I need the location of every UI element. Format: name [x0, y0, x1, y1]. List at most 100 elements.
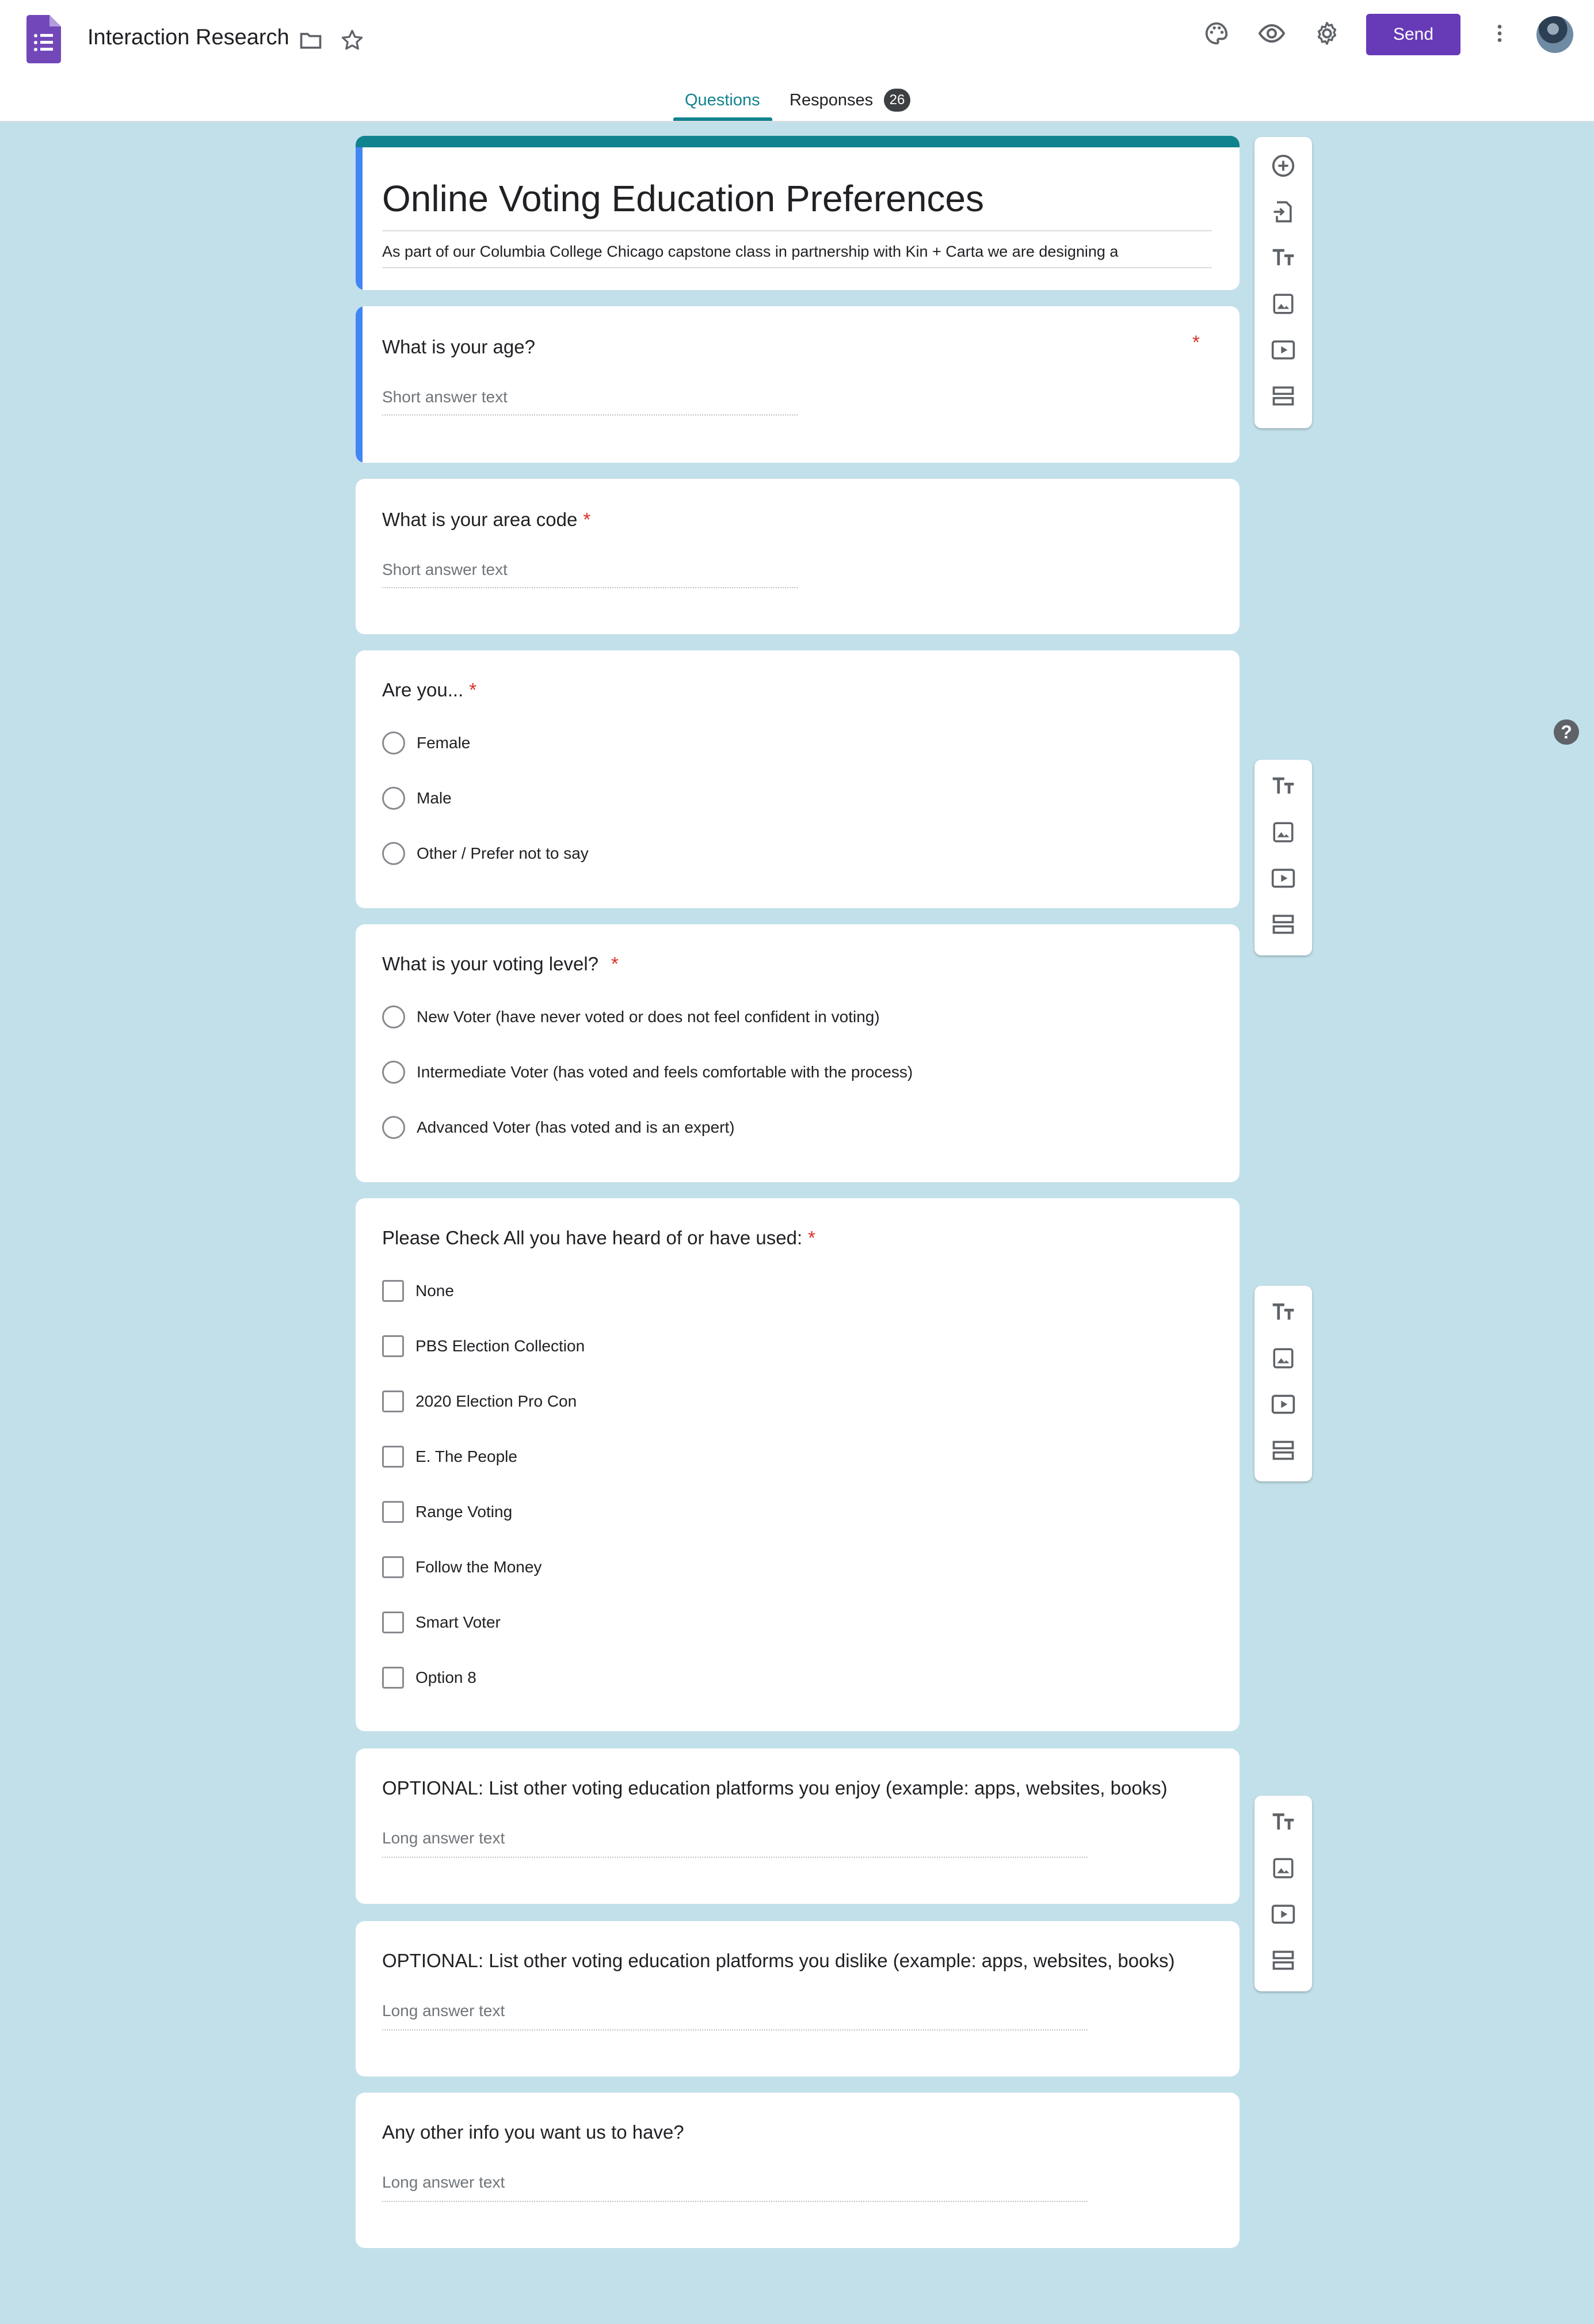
- radio-button[interactable]: [382, 1116, 405, 1139]
- import-questions-icon[interactable]: [1266, 195, 1301, 229]
- checkbox-option[interactable]: E. The People: [382, 1444, 517, 1469]
- settings-gear-icon[interactable]: [1311, 17, 1343, 49]
- form-description[interactable]: As part of our Columbia College Chicago …: [382, 243, 1118, 261]
- radio-button[interactable]: [382, 732, 405, 755]
- palette-icon[interactable]: [1200, 17, 1233, 49]
- radio-option[interactable]: Male: [382, 786, 452, 811]
- answer-underline: [382, 2029, 1088, 2030]
- question-title[interactable]: What is your voting level? *: [382, 953, 619, 975]
- tab-active-indicator: [673, 117, 772, 121]
- avatar[interactable]: [1536, 16, 1573, 53]
- add-section-icon[interactable]: [1266, 1943, 1301, 1978]
- floating-toolbar: [1254, 1796, 1312, 1991]
- floating-toolbar: [1254, 1286, 1312, 1481]
- checkbox-option[interactable]: PBS Election Collection: [382, 1334, 585, 1359]
- question-title[interactable]: OPTIONAL: List other voting education pl…: [382, 1950, 1174, 1972]
- radio-option[interactable]: Other / Prefer not to say: [382, 841, 589, 866]
- add-section-icon[interactable]: [1266, 1433, 1301, 1468]
- help-icon[interactable]: ?: [1554, 719, 1579, 745]
- star-icon[interactable]: [336, 24, 368, 56]
- short-answer-placeholder: Short answer text: [382, 388, 508, 406]
- checkbox[interactable]: [382, 1501, 404, 1523]
- add-question-icon[interactable]: [1266, 148, 1301, 183]
- tab-bar: Questions Responses 26: [0, 86, 1594, 122]
- checkbox-option[interactable]: Option 8: [382, 1665, 476, 1690]
- radio-button[interactable]: [382, 1005, 405, 1028]
- divider: [382, 230, 1212, 231]
- checkbox[interactable]: [382, 1335, 404, 1357]
- required-asterisk: *: [583, 509, 591, 530]
- question-title[interactable]: OPTIONAL: List other voting education pl…: [382, 1777, 1168, 1799]
- question-title[interactable]: Any other info you want us to have?: [382, 2121, 684, 2143]
- checkbox[interactable]: [382, 1611, 404, 1633]
- forms-logo-icon[interactable]: [26, 15, 61, 63]
- checkbox-option[interactable]: 2020 Election Pro Con: [382, 1389, 577, 1414]
- divider: [382, 267, 1212, 268]
- question-title[interactable]: What is your area code *: [382, 509, 590, 531]
- answer-underline: [382, 587, 798, 588]
- checkbox-option[interactable]: None: [382, 1278, 454, 1304]
- checkbox-option[interactable]: Range Voting: [382, 1499, 512, 1525]
- add-video-icon[interactable]: [1266, 861, 1301, 896]
- document-title[interactable]: Interaction Research: [87, 25, 289, 50]
- tab-responses[interactable]: Responses: [790, 91, 873, 110]
- radio-button[interactable]: [382, 842, 405, 865]
- question-card[interactable]: OPTIONAL: List other voting education pl…: [356, 1748, 1240, 1904]
- theme-strip: [356, 136, 1240, 147]
- add-image-icon[interactable]: [1266, 287, 1301, 321]
- required-asterisk: *: [469, 679, 477, 700]
- radio-option[interactable]: New Voter (have never voted or does not …: [382, 1004, 880, 1030]
- required-asterisk: *: [808, 1227, 815, 1248]
- long-answer-placeholder: Long answer text: [382, 1829, 505, 1847]
- radio-option[interactable]: Advanced Voter (has voted and is an expe…: [382, 1115, 735, 1140]
- add-title-description-icon[interactable]: [1266, 769, 1301, 803]
- preview-eye-icon[interactable]: [1256, 17, 1288, 49]
- floating-toolbar: [1254, 760, 1312, 955]
- checkbox[interactable]: [382, 1667, 404, 1689]
- add-image-icon[interactable]: [1266, 1341, 1301, 1376]
- form-title-card[interactable]: Online Voting Education Preferences As p…: [356, 136, 1240, 290]
- short-answer-placeholder: Short answer text: [382, 561, 508, 578]
- add-title-description-icon[interactable]: [1266, 241, 1301, 275]
- more-vert-icon[interactable]: [1484, 17, 1516, 49]
- question-card[interactable]: Please Check All you have heard of or ha…: [356, 1198, 1240, 1731]
- radio-button[interactable]: [382, 787, 405, 810]
- radio-option[interactable]: Female: [382, 730, 470, 756]
- required-asterisk: *: [1192, 332, 1200, 353]
- checkbox[interactable]: [382, 1556, 404, 1578]
- add-video-icon[interactable]: [1266, 1387, 1301, 1422]
- question-title[interactable]: Please Check All you have heard of or ha…: [382, 1227, 815, 1249]
- add-video-icon[interactable]: [1266, 1897, 1301, 1931]
- checkbox-option[interactable]: Smart Voter: [382, 1610, 501, 1635]
- add-section-icon[interactable]: [1266, 379, 1301, 413]
- question-title[interactable]: What is your age?: [382, 336, 535, 358]
- tab-questions[interactable]: Questions: [685, 91, 760, 110]
- form-title[interactable]: Online Voting Education Preferences: [382, 177, 984, 220]
- checkbox[interactable]: [382, 1390, 404, 1412]
- answer-underline: [382, 414, 798, 416]
- add-title-description-icon[interactable]: [1266, 1805, 1301, 1839]
- radio-button[interactable]: [382, 1061, 405, 1084]
- question-title[interactable]: Are you... *: [382, 679, 476, 701]
- radio-option[interactable]: Intermediate Voter (has voted and feels …: [382, 1060, 913, 1085]
- question-card[interactable]: Are you... * Female Male Other / Prefer n…: [356, 650, 1240, 908]
- checkbox[interactable]: [382, 1280, 404, 1302]
- question-card[interactable]: Any other info you want us to have? Long…: [356, 2093, 1240, 2248]
- question-card[interactable]: What is your voting level? * New Voter (h…: [356, 924, 1240, 1182]
- answer-underline: [382, 1857, 1088, 1858]
- add-image-icon[interactable]: [1266, 1851, 1301, 1885]
- answer-underline: [382, 2201, 1088, 2202]
- question-toolbar: [1254, 137, 1312, 428]
- add-image-icon[interactable]: [1266, 815, 1301, 849]
- question-card[interactable]: What is your area code * Short answer tex…: [356, 479, 1240, 634]
- checkbox-option[interactable]: Follow the Money: [382, 1555, 541, 1580]
- send-button[interactable]: Send: [1366, 14, 1460, 55]
- add-title-description-icon[interactable]: [1266, 1295, 1301, 1329]
- question-card[interactable]: OPTIONAL: List other voting education pl…: [356, 1921, 1240, 2077]
- add-video-icon[interactable]: [1266, 333, 1301, 367]
- add-section-icon[interactable]: [1266, 907, 1301, 942]
- required-asterisk: *: [611, 953, 619, 974]
- folder-icon[interactable]: [295, 24, 327, 56]
- question-card[interactable]: What is your age? * Short answer text: [356, 306, 1240, 463]
- checkbox[interactable]: [382, 1446, 404, 1468]
